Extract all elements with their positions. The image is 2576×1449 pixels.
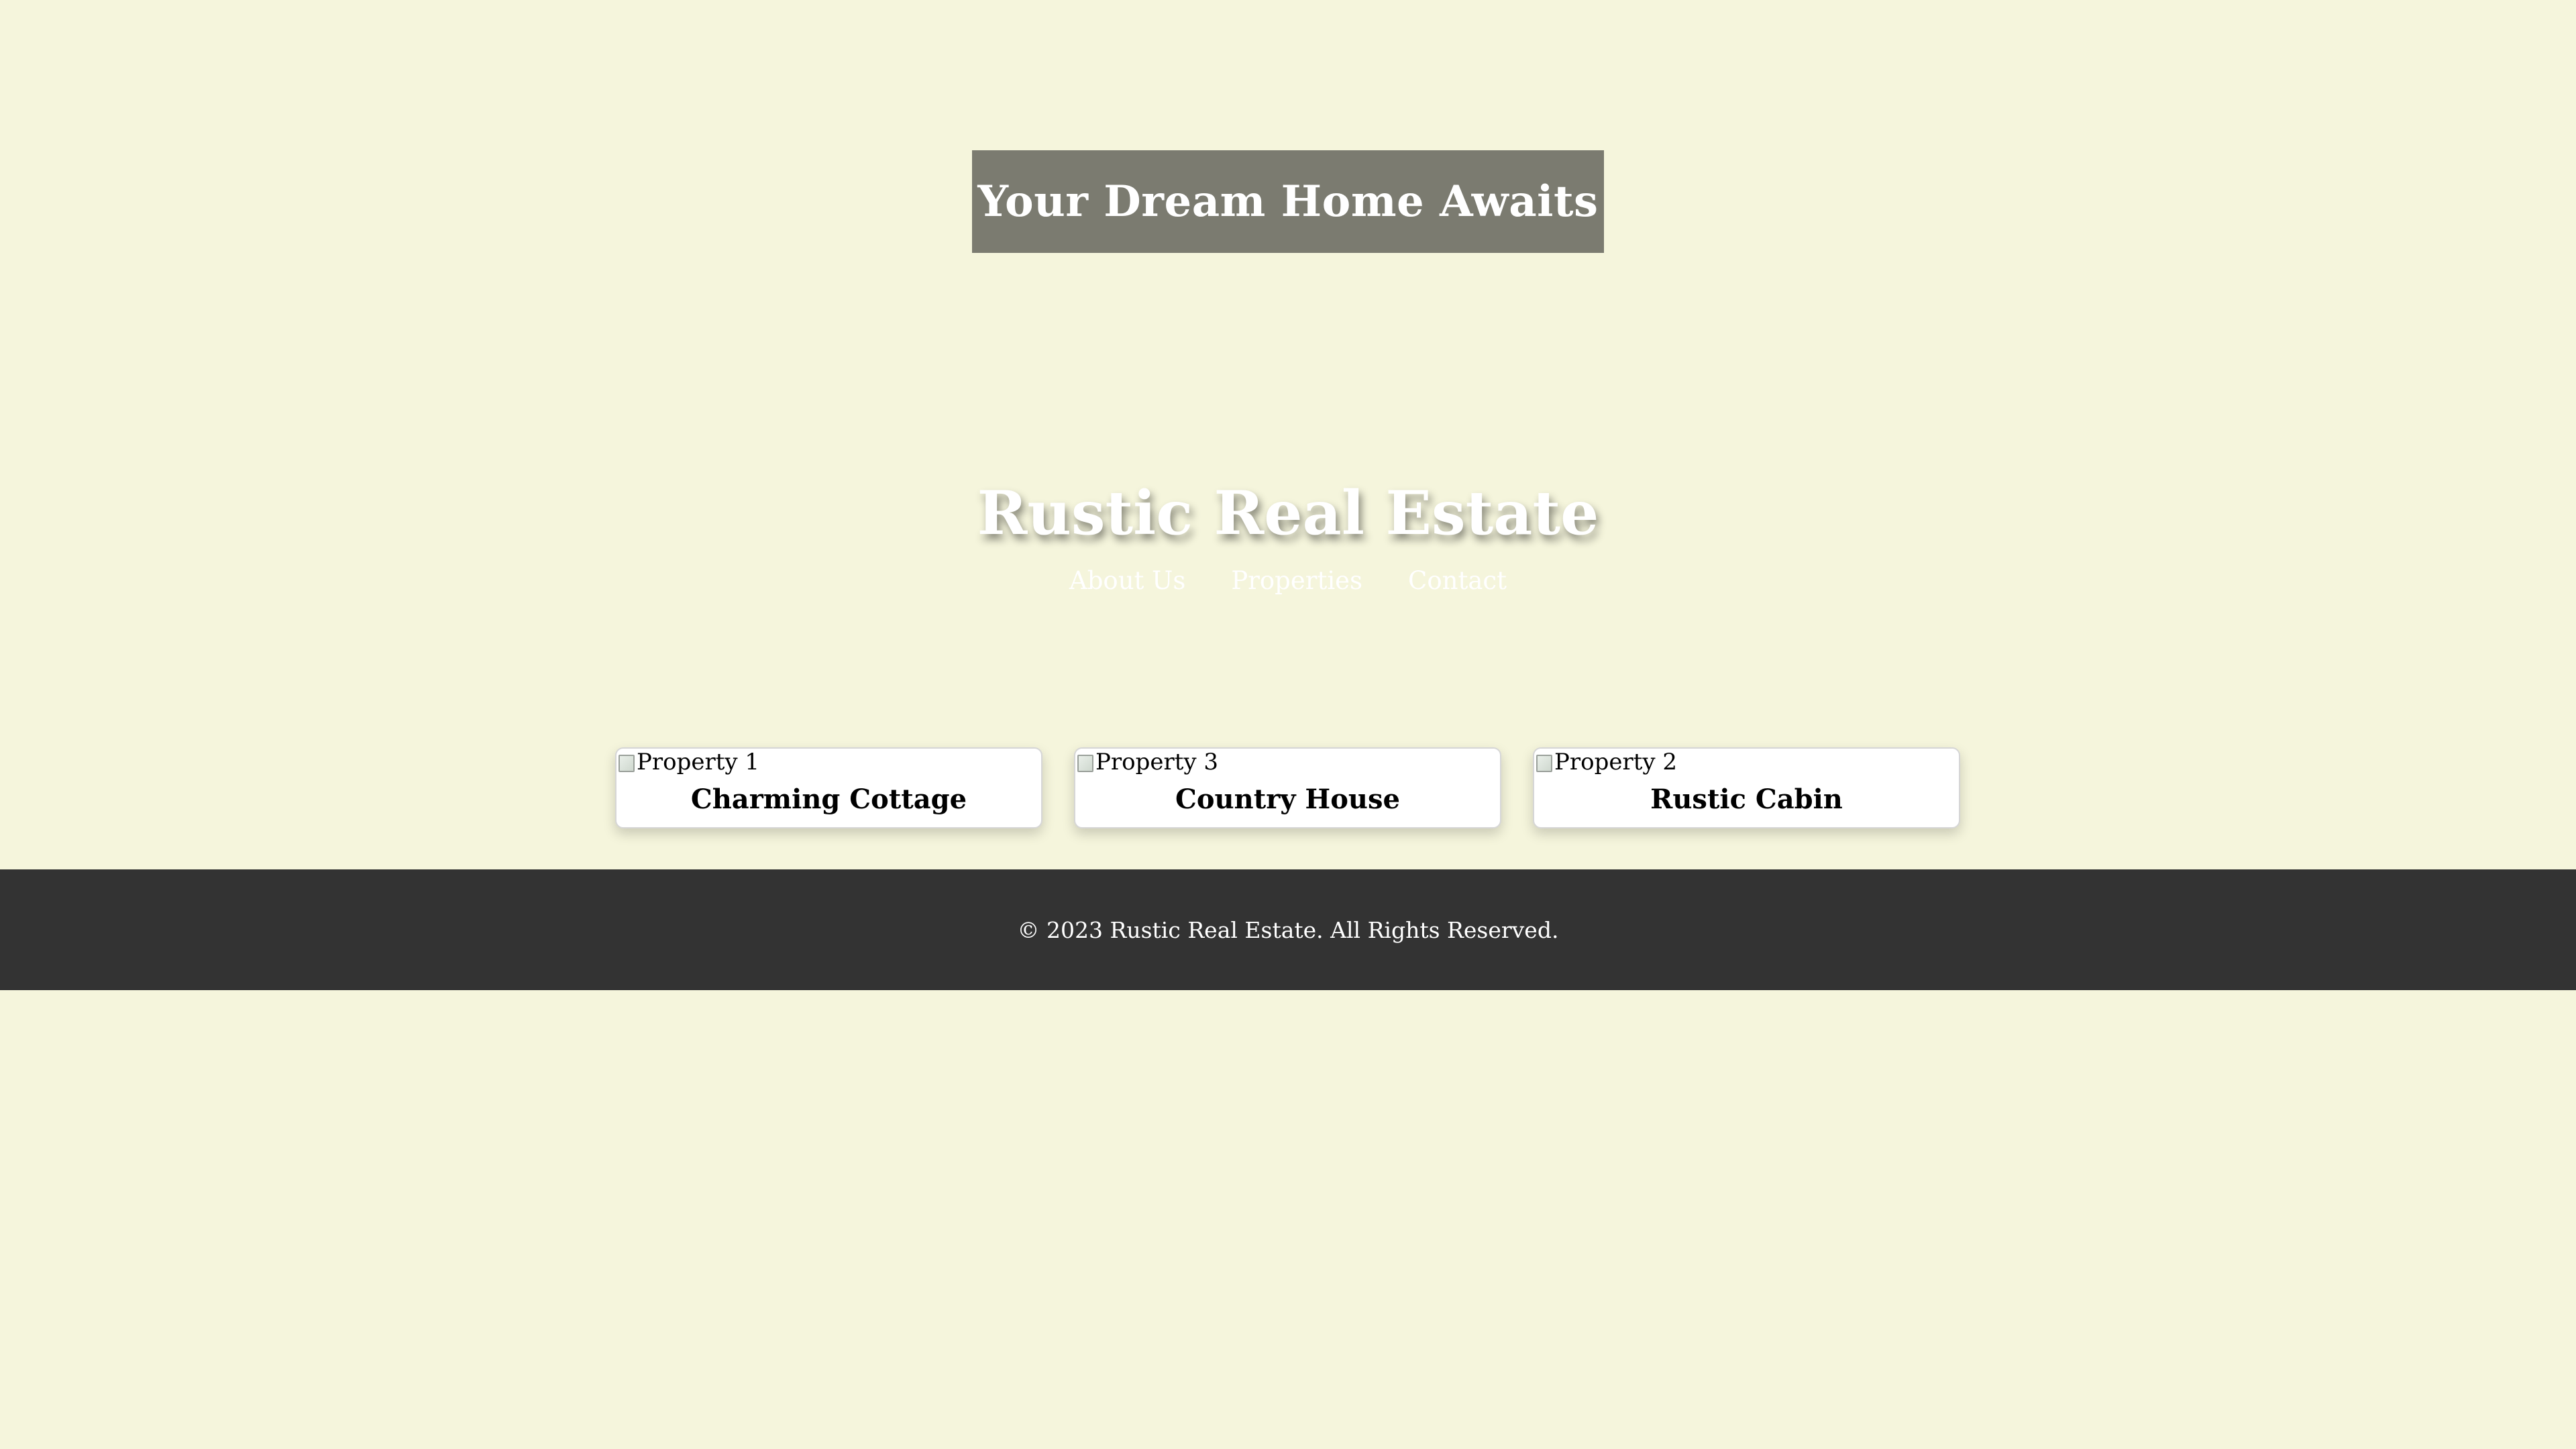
property-title: Rustic Cabin [1650, 784, 1843, 815]
property-image-alt: Property 3 [1095, 749, 1219, 775]
hero-banner: Your Dream Home Awaits [972, 150, 1604, 253]
site-footer: © 2023 Rustic Real Estate. All Rights Re… [0, 869, 2576, 990]
broken-image-icon [1534, 752, 1553, 772]
property-list: Property 1 Charming Cottage Property 3 C… [615, 747, 1960, 828]
property-image: Property 3 [1075, 749, 1500, 775]
nav-link-about-us[interactable]: About Us [1069, 561, 1185, 601]
property-image-alt: Property 1 [637, 749, 760, 775]
hero-title: Your Dream Home Awaits [977, 176, 1599, 227]
property-image: Property 1 [616, 749, 1041, 775]
broken-image-icon [1075, 752, 1094, 772]
property-card[interactable]: Property 1 Charming Cottage [615, 747, 1042, 828]
property-card[interactable]: Property 3 Country House [1074, 747, 1501, 828]
site-header: Rustic Real Estate About Us Properties C… [0, 463, 2576, 601]
property-title: Country House [1175, 784, 1400, 815]
property-title: Charming Cottage [690, 784, 967, 815]
main-nav: About Us Properties Contact [0, 561, 2576, 601]
nav-link-properties[interactable]: Properties [1231, 561, 1362, 601]
nav-link-contact[interactable]: Contact [1408, 561, 1507, 601]
property-card[interactable]: Property 2 Rustic Cabin [1533, 747, 1960, 828]
broken-image-icon [616, 752, 635, 772]
site-title: Rustic Real Estate [977, 478, 1599, 549]
footer-copyright: © 2023 Rustic Real Estate. All Rights Re… [1017, 916, 1559, 943]
property-image: Property 2 [1534, 749, 1959, 775]
property-image-alt: Property 2 [1554, 749, 1678, 775]
